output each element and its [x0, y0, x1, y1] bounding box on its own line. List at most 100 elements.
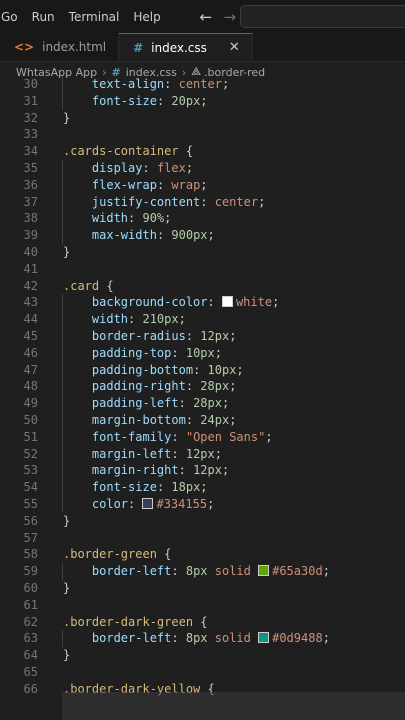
sticky-scroll-overlay	[62, 692, 405, 720]
code-text: padding-left: 28px;	[63, 395, 229, 412]
html-file-icon: <>	[14, 40, 35, 54]
code-line[interactable]: 47 padding-bottom: 10px;	[0, 361, 405, 379]
color-swatch[interactable]	[258, 565, 270, 577]
code-line[interactable]: 41	[0, 261, 405, 278]
code-line[interactable]: 60}	[0, 580, 405, 597]
token-str: #0d9488	[272, 631, 323, 646]
menu-terminal[interactable]: Terminal	[62, 10, 127, 24]
tab-index-css[interactable]: # index.css ✕	[119, 33, 253, 61]
code-line[interactable]: 42 .card {	[0, 278, 405, 295]
color-swatch[interactable]	[221, 296, 233, 308]
code-text: }	[63, 513, 70, 530]
line-number: 35	[23, 161, 38, 175]
token-prop: width	[91, 312, 129, 327]
line-number: 54	[23, 480, 38, 495]
code-line[interactable]: 38 width: 90%;	[0, 210, 405, 228]
token-punc: :	[156, 480, 172, 495]
code-line[interactable]: 49 padding-left: 28px;	[0, 395, 405, 413]
token-punc: {	[193, 614, 208, 629]
token-prop: border-radius	[91, 329, 186, 343]
code-line[interactable]: 34 .cards-container {	[0, 143, 405, 160]
menu-help[interactable]: Help	[126, 10, 167, 24]
code-line[interactable]: 46 padding-top: 10px;	[0, 344, 405, 362]
code-line[interactable]: 37 justify-content: center;	[0, 193, 405, 211]
code-editor[interactable]: 30 text-align: center; 31 font-size: 20px…	[0, 76, 405, 720]
code-line[interactable]: 39 max-width: 900px;	[0, 227, 405, 245]
code-text: .cards-container {	[63, 143, 193, 160]
token-prop: justify-content	[91, 194, 201, 209]
token-num: 28px	[200, 379, 230, 394]
code-line[interactable]: 58 .border-green {	[0, 546, 405, 563]
code-line[interactable]: 33	[0, 126, 405, 143]
line-number: 33	[23, 127, 38, 142]
code-line[interactable]: 55 color: #334155;	[0, 496, 405, 513]
token-prop: flex-wrap	[91, 177, 157, 192]
code-line[interactable]: 59 border-left: 8px solid #65a30d;	[0, 563, 405, 581]
code-line[interactable]: 35 display: flex;	[0, 160, 405, 177]
code-line[interactable]: 30 text-align: center;	[0, 76, 405, 93]
token-str: #334155	[156, 497, 208, 511]
code-line[interactable]: 44 width: 210px;	[0, 311, 405, 329]
token-punc: :	[200, 194, 215, 209]
code-line[interactable]: 32}	[0, 110, 405, 127]
code-line[interactable]: 56}	[0, 513, 405, 530]
line-number: 65	[23, 665, 38, 679]
code-text: color: #334155;	[63, 496, 214, 513]
token-punc: ;	[207, 497, 215, 511]
code-text: }	[63, 580, 70, 597]
token-punc: :	[193, 362, 208, 377]
code-line[interactable]: 40}	[0, 244, 405, 261]
menu-run[interactable]: Run	[25, 10, 62, 24]
code-line[interactable]: 43 background-color: white;	[0, 294, 405, 312]
arrow-right-icon[interactable]: →	[218, 8, 242, 26]
code-line[interactable]: 53 margin-right: 12px;	[0, 462, 405, 480]
token-punc: ;	[265, 429, 273, 444]
code-line[interactable]: 31 font-size: 20px;	[0, 92, 405, 110]
code-line[interactable]: 48 padding-right: 28px;	[0, 378, 405, 396]
token-punc: :	[171, 345, 186, 360]
token-punc: :	[178, 463, 194, 478]
token-num: 28px	[193, 396, 222, 411]
token-prop: border-left	[91, 564, 172, 579]
code-line[interactable]: 64}	[0, 647, 405, 664]
line-number: 66	[23, 681, 38, 696]
arrow-left-icon[interactable]: ←	[194, 8, 218, 26]
color-swatch[interactable]	[142, 498, 154, 509]
close-icon[interactable]: ✕	[229, 40, 240, 55]
menu-go[interactable]: Go	[0, 10, 25, 24]
code-text: background-color: white;	[63, 294, 279, 311]
code-line[interactable]: 57	[0, 530, 405, 547]
line-number: 63	[23, 631, 38, 646]
code-text: font-family: "Open Sans";	[63, 429, 273, 446]
code-line[interactable]: 54 font-size: 18px;	[0, 479, 405, 497]
token-prop: margin-right	[91, 463, 179, 478]
code-text: margin-right: 12px;	[63, 462, 229, 479]
token-num: 8px	[185, 631, 208, 646]
token-punc: :	[185, 329, 201, 343]
code-line[interactable]: 45 border-radius: 12px;	[0, 328, 405, 345]
token-punc: ;	[322, 631, 330, 646]
code-line[interactable]: 62 .border-dark-green {	[0, 614, 405, 631]
code-line[interactable]: 36 flex-wrap: wrap;	[0, 176, 405, 194]
code-line[interactable]: 52 margin-left: 12px;	[0, 445, 405, 463]
token-str: solid	[207, 564, 259, 579]
token-punc: :	[171, 429, 186, 444]
code-line[interactable]: 63 border-left: 8px solid #0d9488;	[0, 630, 405, 648]
code-text: .border-dark-green {	[63, 614, 208, 631]
tab-index-html[interactable]: <> index.html	[0, 33, 120, 61]
line-number: 56	[23, 513, 38, 528]
code-line[interactable]: 51 font-family: "Open Sans";	[0, 428, 405, 446]
token-punc: :	[142, 161, 157, 175]
command-center-search[interactable]	[240, 5, 405, 28]
tab-label: index.html	[42, 40, 107, 54]
token-punc: :	[164, 77, 179, 91]
code-line[interactable]: 50 margin-bottom: 24px;	[0, 412, 405, 429]
line-number: 36	[23, 177, 38, 192]
code-line[interactable]: 61	[0, 597, 405, 614]
code-line[interactable]: 65	[0, 664, 405, 681]
color-swatch[interactable]	[258, 632, 270, 644]
